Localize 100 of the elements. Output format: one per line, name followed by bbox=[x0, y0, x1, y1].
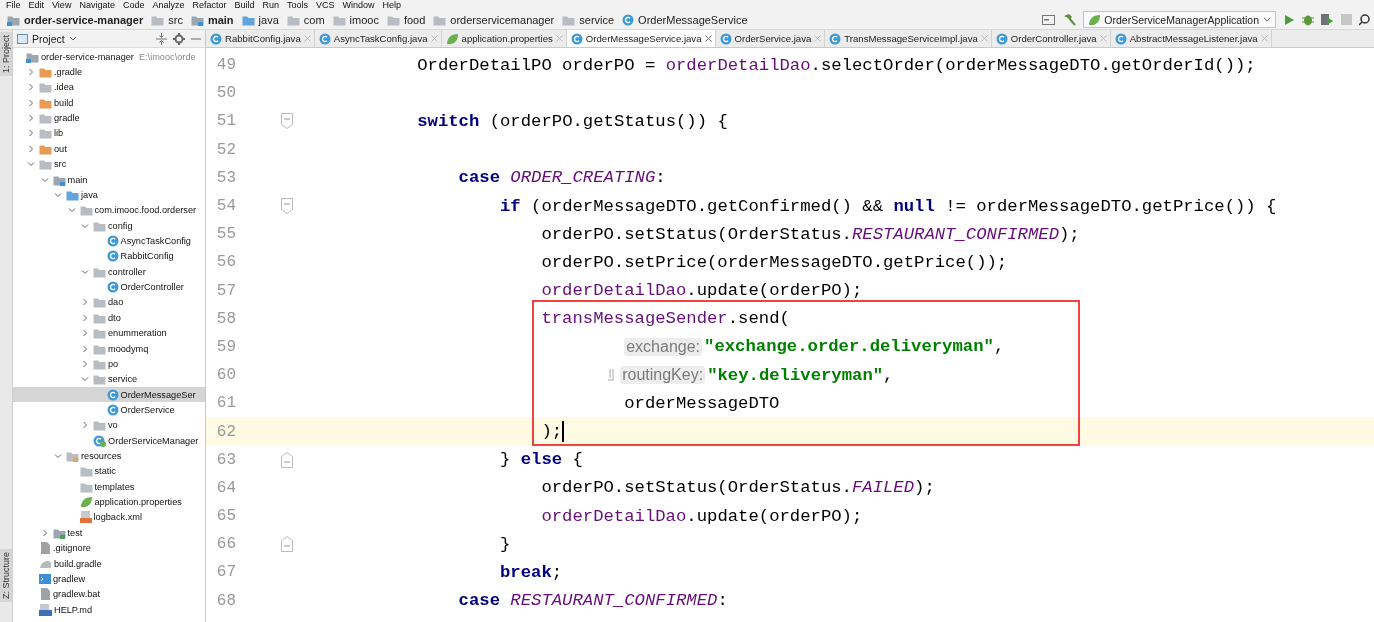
tree-item-label[interactable]: com.imooc.food.orderser bbox=[94, 205, 197, 216]
coverage-icon bbox=[1321, 13, 1334, 26]
class-icon bbox=[622, 13, 635, 26]
breadcrumb-item[interactable]: food bbox=[383, 11, 431, 28]
tool-window-tab[interactable]: Z: Structure bbox=[0, 549, 12, 602]
field-name: orderDetailDao bbox=[541, 506, 687, 526]
menu-item[interactable]: Window bbox=[338, 0, 379, 10]
collapse-icon bbox=[156, 32, 167, 45]
code-text: } bbox=[500, 534, 511, 554]
tree-item-label[interactable]: dao bbox=[108, 297, 124, 308]
tree-item-label[interactable]: OrderController bbox=[120, 282, 184, 293]
class-icon bbox=[106, 403, 119, 416]
menu-item[interactable]: VCS bbox=[312, 0, 339, 10]
run-configuration-dropdown[interactable]: OrderServiceManagerApplication bbox=[1083, 11, 1276, 28]
breadcrumb-item[interactable]: main bbox=[187, 11, 239, 28]
tree-item-label[interactable]: out bbox=[54, 143, 67, 154]
tree-item-label[interactable]: enummeration bbox=[108, 328, 167, 339]
tree-item-label[interactable]: logback.xml bbox=[93, 512, 142, 523]
line-number: 61 bbox=[216, 394, 236, 413]
breadcrumb-item[interactable]: imooc bbox=[329, 11, 384, 28]
menu-item[interactable]: Edit bbox=[24, 0, 49, 10]
menu-item[interactable]: Help bbox=[378, 0, 406, 10]
menu-item[interactable]: View bbox=[48, 0, 76, 10]
menu-item[interactable]: Analyze bbox=[148, 0, 189, 10]
tree-item-label[interactable]: AsyncTaskConfig bbox=[120, 236, 191, 246]
close-icon bbox=[303, 35, 311, 42]
line-number: 51 bbox=[216, 112, 236, 131]
fold-marker-icon[interactable] bbox=[281, 198, 293, 215]
breadcrumb-item[interactable]: OrderMessageService bbox=[619, 11, 753, 28]
menu-item[interactable]: Tools bbox=[283, 0, 313, 10]
class-icon bbox=[829, 32, 842, 45]
leaf-icon bbox=[79, 496, 93, 509]
breadcrumb-item[interactable]: orderservicemanager bbox=[430, 11, 560, 28]
tree-item-label[interactable]: gradle bbox=[54, 113, 80, 124]
breadcrumb-item[interactable]: src bbox=[148, 11, 188, 28]
fold-marker-icon[interactable] bbox=[281, 536, 293, 553]
tree-item-label[interactable]: OrderService bbox=[120, 404, 175, 415]
tree-item-label[interactable]: .idea bbox=[54, 82, 74, 93]
menu-item[interactable]: Refactor bbox=[188, 0, 231, 10]
class-icon bbox=[106, 235, 119, 247]
markdown-file-icon bbox=[39, 603, 52, 616]
tree-item-label[interactable]: test bbox=[67, 527, 83, 538]
tree-item-label[interactable]: templates bbox=[94, 481, 135, 492]
tree-item-label[interactable]: controller bbox=[108, 266, 146, 277]
search-icon bbox=[1359, 13, 1370, 26]
breadcrumb-item[interactable]: com bbox=[283, 11, 330, 28]
tree-item-label[interactable]: config bbox=[108, 220, 133, 231]
tree-item-label[interactable]: .gitignore bbox=[53, 543, 91, 554]
tree-item-label[interactable]: resources bbox=[81, 451, 122, 461]
code-text: != orderMessageDTO.getPrice()) { bbox=[944, 196, 1277, 216]
project-path: E:\imooc\orde bbox=[138, 51, 196, 62]
xml-file-icon bbox=[79, 511, 92, 524]
menu-item[interactable]: Run bbox=[258, 0, 283, 10]
tree-item-label[interactable]: build.gradle bbox=[54, 558, 102, 569]
tool-window-tab[interactable]: 1: Project bbox=[0, 32, 12, 77]
menu-item[interactable]: File bbox=[2, 0, 25, 10]
tree-item-label[interactable]: OrderServiceManager bbox=[108, 435, 199, 446]
tree-item-label[interactable]: main bbox=[67, 174, 88, 185]
constant-name: FAILED bbox=[851, 478, 915, 498]
tree-item-label[interactable]: gradlew.bat bbox=[53, 589, 100, 600]
line-number: 68 bbox=[216, 591, 236, 610]
code-text: : bbox=[717, 591, 728, 611]
breadcrumb-item[interactable]: service bbox=[559, 11, 620, 28]
tree-item-label[interactable]: static bbox=[94, 466, 116, 477]
file-icon bbox=[39, 542, 51, 555]
tree-item-label[interactable]: RabbitConfig bbox=[120, 251, 174, 262]
window-icon bbox=[1042, 13, 1056, 26]
line-number: 58 bbox=[216, 309, 236, 328]
string-literal: "key.deliveryman" bbox=[707, 365, 884, 385]
code-keyword: else bbox=[520, 450, 563, 470]
menu-item[interactable]: Navigate bbox=[75, 0, 119, 10]
editor-tab[interactable]: OrderMessageService.java bbox=[566, 30, 716, 47]
tree-item-label[interactable]: gradlew bbox=[53, 573, 86, 584]
menu-item[interactable]: Build bbox=[230, 0, 259, 10]
folder-icon bbox=[93, 327, 106, 340]
tree-item-label[interactable]: lib bbox=[54, 128, 64, 139]
code-text: ); bbox=[541, 422, 563, 442]
tree-item-label[interactable]: dto bbox=[108, 312, 121, 323]
tree-item-label[interactable]: build bbox=[54, 97, 74, 108]
tree-item-label[interactable]: .gradle bbox=[54, 67, 83, 78]
tree-item-label[interactable]: vo bbox=[108, 420, 118, 431]
tree-item-label[interactable]: po bbox=[108, 358, 119, 369]
fold-marker-icon[interactable] bbox=[281, 113, 293, 130]
fold-marker-icon[interactable] bbox=[281, 451, 293, 468]
tree-item-label[interactable]: src bbox=[54, 159, 67, 170]
tree-item-label[interactable]: order-service-manager bbox=[41, 51, 134, 62]
parameter-hint: routingKey: bbox=[620, 366, 706, 385]
breadcrumb-item[interactable]: order-service-manager bbox=[4, 11, 149, 28]
folder-icon bbox=[93, 419, 106, 432]
line-number: 53 bbox=[216, 168, 236, 187]
class-icon bbox=[1114, 32, 1127, 45]
tree-item-label[interactable]: application.properties bbox=[94, 497, 182, 508]
hammer-icon bbox=[1062, 12, 1077, 27]
tree-item-label[interactable]: service bbox=[108, 374, 138, 385]
code-text: , bbox=[883, 365, 894, 385]
tree-item-label[interactable]: java bbox=[81, 189, 98, 200]
menu-item[interactable]: Code bbox=[118, 0, 149, 10]
tree-item-label[interactable]: HELP.md bbox=[54, 604, 93, 615]
breadcrumb-item[interactable]: java bbox=[238, 11, 284, 28]
tree-item-label[interactable]: moodymq bbox=[108, 343, 149, 354]
